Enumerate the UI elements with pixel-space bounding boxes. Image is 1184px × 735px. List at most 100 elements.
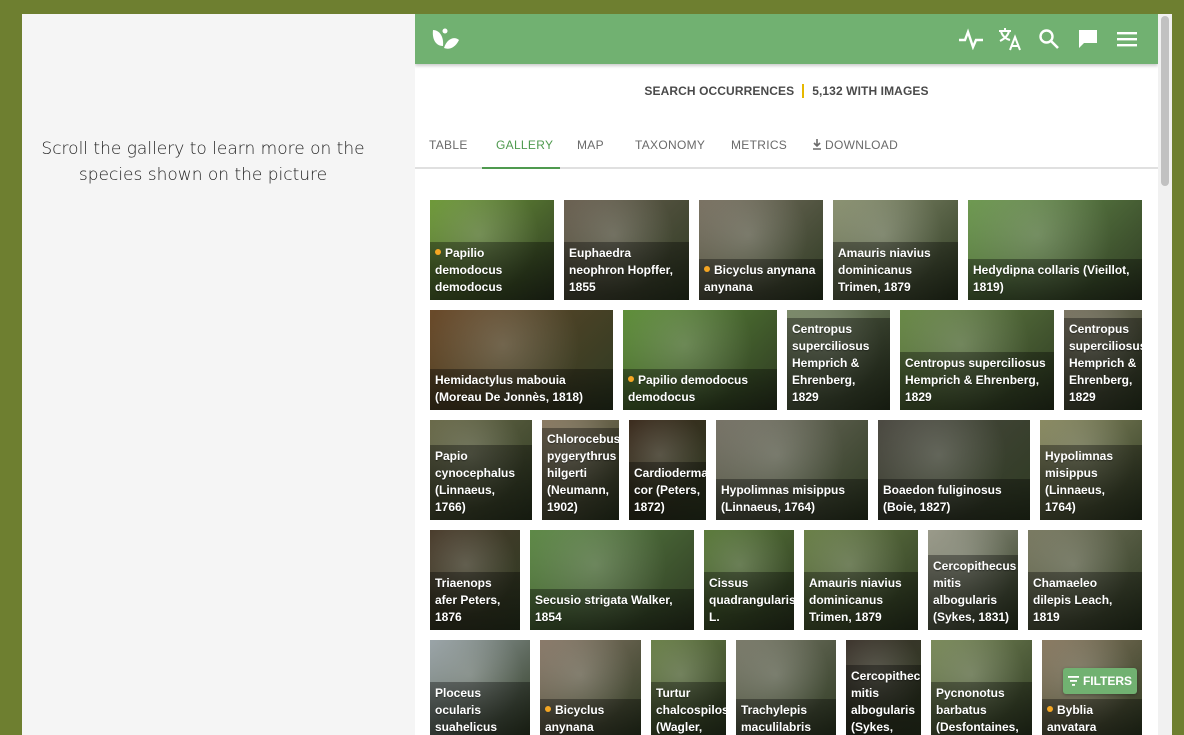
species-caption: Bicyclus anynana anynana [699, 259, 823, 300]
species-name: Cardioderma cor (Peters, 1872) [634, 466, 706, 514]
filters-button[interactable]: FILTERS [1063, 668, 1137, 694]
gallery-tile[interactable]: Cercopithecus mitis albogularis (Sykes, … [928, 530, 1018, 630]
species-caption: Papilio demodocus demodocus [430, 242, 554, 300]
species-name: Ploceus ocularis suahelicus [435, 686, 498, 734]
top-bar [415, 14, 1158, 64]
tab-gallery[interactable]: GALLERY [496, 138, 553, 152]
gallery-tile[interactable]: Papilio demodocus demodocus [623, 310, 777, 410]
species-caption: Euphaedra neophron Hopffer, 1855 [564, 242, 689, 300]
species-caption: Triaenops afer Peters, 1876 [430, 572, 520, 630]
species-name: Euphaedra neophron Hopffer, 1855 [569, 246, 673, 294]
search-icon[interactable] [1036, 26, 1062, 52]
species-caption: Amauris niavius dominicanus Trimen, 1879 [804, 572, 918, 630]
gallery-tile[interactable]: Amauris niavius dominicanus Trimen, 1879 [804, 530, 918, 630]
gallery-tile[interactable]: Secusio strigata Walker, 1854 [530, 530, 694, 630]
gallery-tile[interactable]: Chlorocebus pygerythrus hilgerti (Neuman… [542, 420, 619, 520]
gallery-tile[interactable]: Centropus superciliosus Hemprich & Ehren… [787, 310, 890, 410]
tab-download-label: DOWNLOAD [825, 138, 899, 152]
species-name: Cercopithecus mitis albogularis (Sykes, [851, 669, 921, 734]
species-caption: Hedydipna collaris (Vieillot, 1819) [968, 259, 1142, 300]
species-name: Chamaeleo dilepis Leach, 1819 [1033, 576, 1113, 624]
gallery-tile[interactable]: Centropus superciliosus Hemprich & Ehren… [900, 310, 1054, 410]
gallery-tile[interactable]: Triaenops afer Peters, 1876 [430, 530, 520, 630]
filters-label: FILTERS [1082, 674, 1133, 688]
page-scrollbar[interactable] [1158, 14, 1172, 735]
species-caption: Cercopithecus mitis albogularis (Sykes, [846, 665, 921, 735]
species-caption: Cissus quadrangularis L. [704, 572, 794, 630]
tab-table[interactable]: TABLE [429, 138, 468, 152]
view-tabs: TABLE GALLERY MAP TAXONOMY METRICS DOWNL… [415, 129, 1158, 169]
species-name: Papilio demodocus demodocus [435, 246, 503, 294]
tab-taxonomy[interactable]: TAXONOMY [635, 138, 705, 152]
species-caption: Pycnonotus barbatus (Desfontaines, [931, 682, 1032, 735]
gallery-tile[interactable]: Pycnonotus barbatus (Desfontaines, [931, 640, 1032, 735]
species-name: Bicyclus anynana anynana [704, 263, 816, 294]
species-name: Triaenops afer Peters, 1876 [435, 576, 501, 624]
species-name: Pycnonotus barbatus (Desfontaines, [936, 686, 1019, 734]
gallery-tile[interactable]: Hypolimnas misippus (Linnaeus, 1764) [716, 420, 868, 520]
species-caption: Cardioderma cor (Peters, 1872) [629, 462, 706, 520]
search-occurrences-label[interactable]: SEARCH OCCURRENCES [644, 84, 794, 98]
species-caption: Centropus superciliosus Hemprich & Ehren… [900, 352, 1054, 410]
species-caption: Chamaeleo dilepis Leach, 1819 [1028, 572, 1142, 630]
gallery-tile[interactable]: Cissus quadrangularis L. [704, 530, 794, 630]
species-name: Centropus superciliosus Hemprich & Ehren… [1069, 322, 1142, 404]
intro-panel: Scroll the gallery to learn more on the … [22, 14, 415, 735]
species-name: Hemidactylus mabouia (Moreau De Jonnès, … [435, 373, 584, 404]
gallery-tile[interactable]: Cercopithecus mitis albogularis (Sykes, [846, 640, 921, 735]
menu-icon[interactable] [1114, 26, 1140, 52]
gallery-tile[interactable]: Hemidactylus mabouia (Moreau De Jonnès, … [430, 310, 613, 410]
gallery-tile[interactable]: Trachylepis maculilabris [736, 640, 836, 735]
gallery-tile[interactable]: Ploceus ocularis suahelicus [430, 640, 530, 735]
gallery-tile[interactable]: Bicyclus anynana anynana [699, 200, 823, 300]
gallery-tile[interactable]: Centropus superciliosus Hemprich & Ehren… [1064, 310, 1142, 410]
gallery-tile[interactable]: Hedydipna collaris (Vieillot, 1819) [968, 200, 1142, 300]
gallery-tile[interactable]: Turtur chalcospilos (Wagler, [651, 640, 726, 735]
species-caption: Hypolimnas misippus (Linnaeus, 1764) [1040, 445, 1142, 520]
species-name: Papilio demodocus demodocus [628, 373, 749, 404]
species-name: Turtur chalcospilos (Wagler, [656, 686, 726, 734]
species-name: Centropus superciliosus Hemprich & Ehren… [792, 322, 870, 404]
gallery-tile[interactable]: Amauris niavius dominicanus Trimen, 1879 [833, 200, 958, 300]
gallery-tile[interactable]: Cardioderma cor (Peters, 1872) [629, 420, 706, 520]
species-caption: Amauris niavius dominicanus Trimen, 1879 [833, 242, 958, 300]
intro-text: Scroll the gallery to learn more on the … [41, 139, 365, 185]
download-icon [813, 139, 821, 150]
species-name: Chlorocebus pygerythrus hilgerti (Neuman… [547, 432, 619, 514]
species-caption: Boaedon fuliginosus (Boie, 1827) [878, 479, 1030, 520]
gallery-tile[interactable]: Hypolimnas misippus (Linnaeus, 1764) [1040, 420, 1142, 520]
leaf-logo-icon[interactable] [429, 24, 461, 56]
species-caption: Byblia anvatara [1042, 699, 1142, 735]
tab-metrics[interactable]: METRICS [731, 138, 787, 152]
chat-icon[interactable] [1075, 26, 1101, 52]
species-name: Boaedon fuliginosus (Boie, 1827) [883, 483, 1002, 514]
gallery-tile[interactable]: Papio cynocephalus (Linnaeus, 1766) [430, 420, 532, 520]
tab-download[interactable]: DOWNLOAD [812, 138, 898, 152]
species-caption: Papilio demodocus demodocus [623, 369, 777, 410]
species-caption: Trachylepis maculilabris [736, 699, 836, 735]
gallery-tile[interactable]: Papilio demodocus demodocus [430, 200, 554, 300]
active-tab-indicator [482, 167, 560, 169]
gallery-tile[interactable]: Boaedon fuliginosus (Boie, 1827) [878, 420, 1030, 520]
species-caption: Centropus superciliosus Hemprich & Ehren… [787, 318, 890, 410]
species-caption: Cercopithecus mitis albogularis (Sykes, … [928, 555, 1018, 630]
tab-map[interactable]: MAP [577, 138, 604, 152]
species-name: Amauris niavius dominicanus Trimen, 1879 [809, 576, 902, 624]
species-name: Byblia anvatara [1047, 703, 1097, 734]
species-name: Cissus quadrangularis L. [709, 576, 794, 624]
activity-icon[interactable] [958, 26, 984, 52]
gallery-tile[interactable]: Chamaeleo dilepis Leach, 1819 [1028, 530, 1142, 630]
species-caption: Secusio strigata Walker, 1854 [530, 589, 694, 630]
media-dot-icon [704, 266, 710, 272]
gallery-tile[interactable]: Euphaedra neophron Hopffer, 1855 [564, 200, 689, 300]
species-name: Papio cynocephalus (Linnaeus, 1766) [435, 449, 516, 514]
summary-separator [802, 84, 805, 98]
species-caption: Hypolimnas misippus (Linnaeus, 1764) [716, 479, 868, 520]
species-name: Amauris niavius dominicanus Trimen, 1879 [838, 246, 931, 294]
media-dot-icon [545, 706, 551, 712]
scrollbar-thumb[interactable] [1161, 16, 1169, 186]
species-name: Bicyclus anynana [545, 703, 605, 734]
gallery-tile[interactable]: Bicyclus anynana [540, 640, 641, 735]
images-count: 5,132 WITH IMAGES [812, 84, 929, 98]
translate-icon[interactable] [997, 26, 1023, 52]
